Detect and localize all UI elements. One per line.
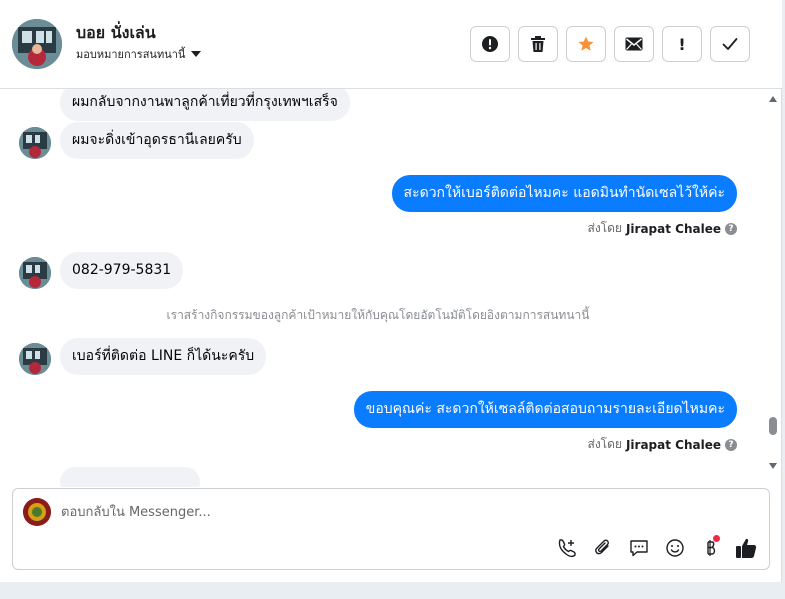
conversation-panel: บอย นั่งเล่น มอบหมายการสนทนานี้ ! ผมกลับ… [0,0,782,582]
exclamation-icon: ! [678,34,686,54]
page-logo-icon [23,498,51,526]
sent-by-label: ส่งโดย Jirapat Chalee ? [587,435,737,454]
follow-up-button[interactable]: ! [662,26,702,62]
contact-name[interactable]: บอย นั่งเล่น [76,21,156,46]
contact-avatar-small [19,343,51,375]
assign-label: มอบหมายการสนทนานี้ [76,48,186,61]
thumbs-up-icon [736,538,757,558]
message-list[interactable]: ผมกลับจากงานพาลูกค้าเที่ยวที่กรุงเทพฯเสร… [0,89,782,487]
contact-avatar-image [12,19,62,69]
contact-avatar-small [19,257,51,289]
sent-by-label: ส่งโดย Jirapat Chalee ? [587,219,737,238]
sent-by-prefix: ส่งโดย [587,437,622,451]
paperclip-icon [595,539,609,555]
mark-spam-button[interactable] [470,26,510,62]
reply-input[interactable] [61,501,661,523]
contact-avatar-small [19,127,51,159]
message-bubble-incoming[interactable]: ผมจะดิ่งเข้าอุดรธานีเลยครับ [60,122,254,159]
mark-done-button[interactable] [710,26,750,62]
phone-add-icon [558,539,576,558]
sent-by-agent: Jirapat Chalee [625,437,721,452]
delete-button[interactable] [518,26,558,62]
mark-unread-button[interactable] [614,26,654,62]
sent-by-prefix: ส่งโดย [587,221,622,235]
chat-bubble-icon [630,540,648,557]
scroll-up-arrow-icon[interactable] [769,96,777,102]
trash-icon [531,36,545,52]
scroll-down-arrow-icon[interactable] [769,463,777,469]
saved-replies-button[interactable] [628,537,650,559]
notification-dot [713,535,720,542]
assign-conversation-dropdown[interactable]: มอบหมายการสนทนานี้ [76,45,202,63]
star-button[interactable] [566,26,606,62]
message-bubble-partial [60,467,200,487]
avatar-image [19,257,51,289]
avatar-image [19,343,51,375]
message-bubble-outgoing[interactable]: สะดวกให้เบอร์ติดต่อไหมคะ แอดมินทำนัดเซลไ… [391,175,737,212]
help-icon[interactable]: ? [725,438,737,451]
checkmark-icon [722,38,738,50]
system-note: เราสร้างกิจกรรมของลูกค้าเป้าหมายให้กับคุ… [166,308,590,322]
attach-button[interactable] [592,537,614,559]
message-bubble-incoming[interactable]: ผมกลับจากงานพาลูกค้าเที่ยวที่กรุงเทพฯเสร… [60,89,350,121]
alert-circle-icon [482,36,498,52]
contact-avatar[interactable] [12,19,62,69]
star-icon [578,36,594,51]
conversation-scrollbar[interactable] [767,92,779,472]
reply-composer [12,488,770,570]
like-button[interactable] [735,537,757,559]
caret-down-icon [191,51,202,57]
emoji-icon [666,539,684,557]
message-bubble-outgoing[interactable]: ขอบคุณค่ะ สะดวกให้เซลล์ติดต่อสอบถามรายละ… [353,391,737,428]
conversation-header: บอย นั่งเล่น มอบหมายการสนทนานี้ ! [0,0,782,89]
page-avatar [23,498,51,526]
avatar-image [19,127,51,159]
scroll-thumb[interactable] [769,417,777,435]
help-icon[interactable]: ? [725,222,737,235]
message-bubble-incoming[interactable]: 082-979-5831 [60,252,184,289]
message-bubble-incoming[interactable]: เบอร์ที่ติดต่อ LINE ก็ได้นะครับ [60,338,267,375]
call-button[interactable] [556,537,578,559]
sent-by-agent: Jirapat Chalee [625,221,721,236]
payment-button[interactable] [700,535,722,559]
envelope-icon [625,37,643,51]
emoji-button[interactable] [664,537,686,559]
